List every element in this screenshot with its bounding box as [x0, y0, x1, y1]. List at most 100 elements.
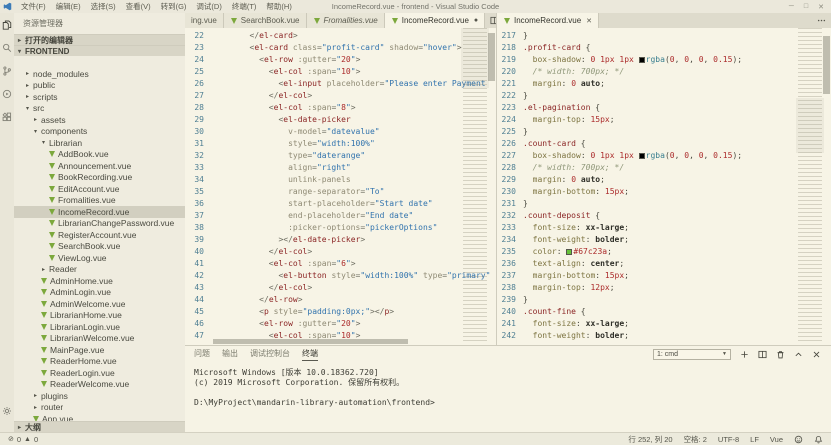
files-icon[interactable]	[2, 20, 12, 30]
maximize-panel-icon[interactable]	[794, 350, 803, 359]
split-terminal-icon[interactable]	[758, 350, 767, 359]
code-line[interactable]: 225}	[497, 126, 831, 138]
menu-item[interactable]: 编辑(E)	[51, 1, 86, 12]
file-item-registeraccount-vue[interactable]: RegisterAccount.vue	[14, 229, 185, 241]
folder-item-public[interactable]: ▸public	[14, 80, 185, 92]
menu-item[interactable]: 转到(G)	[156, 1, 192, 12]
folder-item-assets[interactable]: ▸assets	[14, 114, 185, 126]
code-line[interactable]: 45 <p style="padding:0px;"></p>	[185, 306, 496, 318]
code-line[interactable]: 24 <el-row :gutter="20">	[185, 54, 496, 66]
split-editor-icon[interactable]	[490, 16, 497, 25]
code-line[interactable]: 242 font-weight: bolder;	[497, 330, 831, 342]
file-item-librarianwelcome-vue[interactable]: LibrarianWelcome.vue	[14, 333, 185, 345]
code-line[interactable]: 33 align="right"	[185, 162, 496, 174]
code-line[interactable]: 239}	[497, 294, 831, 306]
language-mode[interactable]: Vue	[770, 435, 783, 444]
folder-item-src[interactable]: ▾src	[14, 103, 185, 115]
code-line[interactable]: 224 margin-top: 15px;	[497, 114, 831, 126]
file-item-librarianlogin-vue[interactable]: LibrarianLogin.vue	[14, 321, 185, 333]
debug-icon[interactable]	[2, 89, 12, 99]
minimap[interactable]	[463, 28, 487, 341]
file-item-readerlogin-vue[interactable]: ReaderLogin.vue	[14, 367, 185, 379]
menu-item[interactable]: 终端(T)	[227, 1, 262, 12]
code-line[interactable]: 223.el-pagination {	[497, 102, 831, 114]
code-line[interactable]: 229 margin: 0 auto;	[497, 174, 831, 186]
file-item-bookrecording-vue[interactable]: BookRecording.vue	[14, 172, 185, 184]
code-line[interactable]: 232.count-deposit {	[497, 210, 831, 222]
indentation[interactable]: 空格: 2	[684, 434, 707, 445]
file-item-mainpage-vue[interactable]: MainPage.vue	[14, 344, 185, 356]
maximize-button[interactable]: □	[804, 3, 808, 11]
code-line[interactable]: 37 end-placeholder="End date"	[185, 210, 496, 222]
code-line[interactable]: 28 <el-col :span="8">	[185, 102, 496, 114]
code-line[interactable]: 236 text-align: center;	[497, 258, 831, 270]
folder-root-section[interactable]: ▾ FRONTEND	[14, 45, 185, 56]
folder-item-reader[interactable]: ▸Reader	[14, 264, 185, 276]
menu-item[interactable]: 文件(F)	[16, 1, 51, 12]
code-line[interactable]: 221 margin: 0 auto;	[497, 78, 831, 90]
panel-tab-输出[interactable]: 输出	[222, 348, 238, 360]
code-line[interactable]: 234 font-weight: bolder;	[497, 234, 831, 246]
file-item-viewlog-vue[interactable]: ViewLog.vue	[14, 252, 185, 264]
new-terminal-icon[interactable]	[740, 350, 749, 359]
file-item-readerwelcome-vue[interactable]: ReaderWelcome.vue	[14, 379, 185, 391]
code-editor-styles[interactable]: 217}218.profit-card {219 box-shadow: 0 1…	[497, 28, 831, 345]
file-item-adminhome-vue[interactable]: AdminHome.vue	[14, 275, 185, 287]
code-line[interactable]: 220 /* width: 700px; */	[497, 66, 831, 78]
code-line[interactable]: 42 <el-button style="width:100%" type="p…	[185, 270, 496, 282]
code-line[interactable]: 29 <el-date-picker	[185, 114, 496, 126]
code-line[interactable]: 241 font-size: xx-large;	[497, 318, 831, 330]
code-line[interactable]: 27 </el-col>	[185, 90, 496, 102]
encoding[interactable]: UTF-8	[718, 435, 739, 444]
file-item-announcement-vue[interactable]: Announcement.vue	[14, 160, 185, 172]
folder-item-components[interactable]: ▾components	[14, 126, 185, 138]
folder-item-router[interactable]: ▸router	[14, 402, 185, 414]
search-icon[interactable]	[2, 43, 12, 53]
code-editor-template[interactable]: 22 </el-card>23 <el-card class="profit-c…	[185, 28, 496, 345]
problems-status[interactable]: ⊘ 0 ▲ 0	[8, 435, 38, 444]
tab-fromalities-vue[interactable]: Fromalities.vue	[307, 13, 385, 28]
code-line[interactable]: 230 margin-bottom: 15px;	[497, 186, 831, 198]
code-line[interactable]: 44 </el-row>	[185, 294, 496, 306]
kill-terminal-icon[interactable]	[776, 350, 785, 359]
minimap[interactable]	[798, 28, 822, 341]
code-line[interactable]: 26 <el-input placeholder="Please enter P…	[185, 78, 496, 90]
cursor-position[interactable]: 行 252, 列 20	[628, 434, 672, 445]
extensions-icon[interactable]	[2, 112, 12, 122]
code-line[interactable]: 233 font-size: xx-large;	[497, 222, 831, 234]
code-line[interactable]: 31 style="width:100%"	[185, 138, 496, 150]
feedback-smiley-icon[interactable]	[794, 435, 803, 444]
code-line[interactable]: 222}	[497, 90, 831, 102]
code-line[interactable]: 34 unlink-panels	[185, 174, 496, 186]
menu-item[interactable]: 调试(D)	[191, 1, 226, 12]
code-line[interactable]: 30 v-model="datevalue"	[185, 126, 496, 138]
file-item-editaccount-vue[interactable]: EditAccount.vue	[14, 183, 185, 195]
menu-item[interactable]: 查看(V)	[121, 1, 156, 12]
file-item-librarianhome-vue[interactable]: LibrarianHome.vue	[14, 310, 185, 322]
close-button[interactable]: ✕	[818, 3, 824, 11]
code-line[interactable]: 235 color: #67c23a;	[497, 246, 831, 258]
code-line[interactable]: 36 start-placeholder="Start date"	[185, 198, 496, 210]
file-item-librarianchangepassword-vue[interactable]: LibrarianChangePassword.vue	[14, 218, 185, 230]
code-line[interactable]: 40 </el-col>	[185, 246, 496, 258]
minimize-button[interactable]: ─	[789, 3, 794, 11]
code-line[interactable]: 231}	[497, 198, 831, 210]
code-line[interactable]: 46 <el-row :gutter="20">	[185, 318, 496, 330]
source-control-icon[interactable]	[2, 66, 12, 76]
open-editors-section[interactable]: ▸ 打开的编辑器	[14, 34, 185, 45]
code-line[interactable]: 25 <el-col :span="10">	[185, 66, 496, 78]
terminal-output[interactable]: Microsoft Windows [版本 10.0.18362.720](c)…	[185, 362, 831, 408]
tab-incomerecord-vue[interactable]: IncomeRecord.vue✕	[497, 13, 599, 28]
bell-icon[interactable]	[814, 435, 823, 444]
more-actions-icon[interactable]	[817, 16, 826, 25]
close-panel-icon[interactable]	[812, 350, 821, 359]
vertical-scrollbar[interactable]	[487, 28, 496, 345]
tab-incomerecord-vue[interactable]: IncomeRecord.vue●	[385, 13, 485, 28]
code-line[interactable]: 238 margin-top: 12px;	[497, 282, 831, 294]
code-line[interactable]: 218.profit-card {	[497, 42, 831, 54]
file-item-readerhome-vue[interactable]: ReaderHome.vue	[14, 356, 185, 368]
tab-ing-vue[interactable]: ing.vue	[185, 13, 224, 28]
folder-item-plugins[interactable]: ▸plugins	[14, 390, 185, 402]
file-item-fromalities-vue[interactable]: Fromalities.vue	[14, 195, 185, 207]
code-line[interactable]: 38 :picker-options="pickerOptions"	[185, 222, 496, 234]
